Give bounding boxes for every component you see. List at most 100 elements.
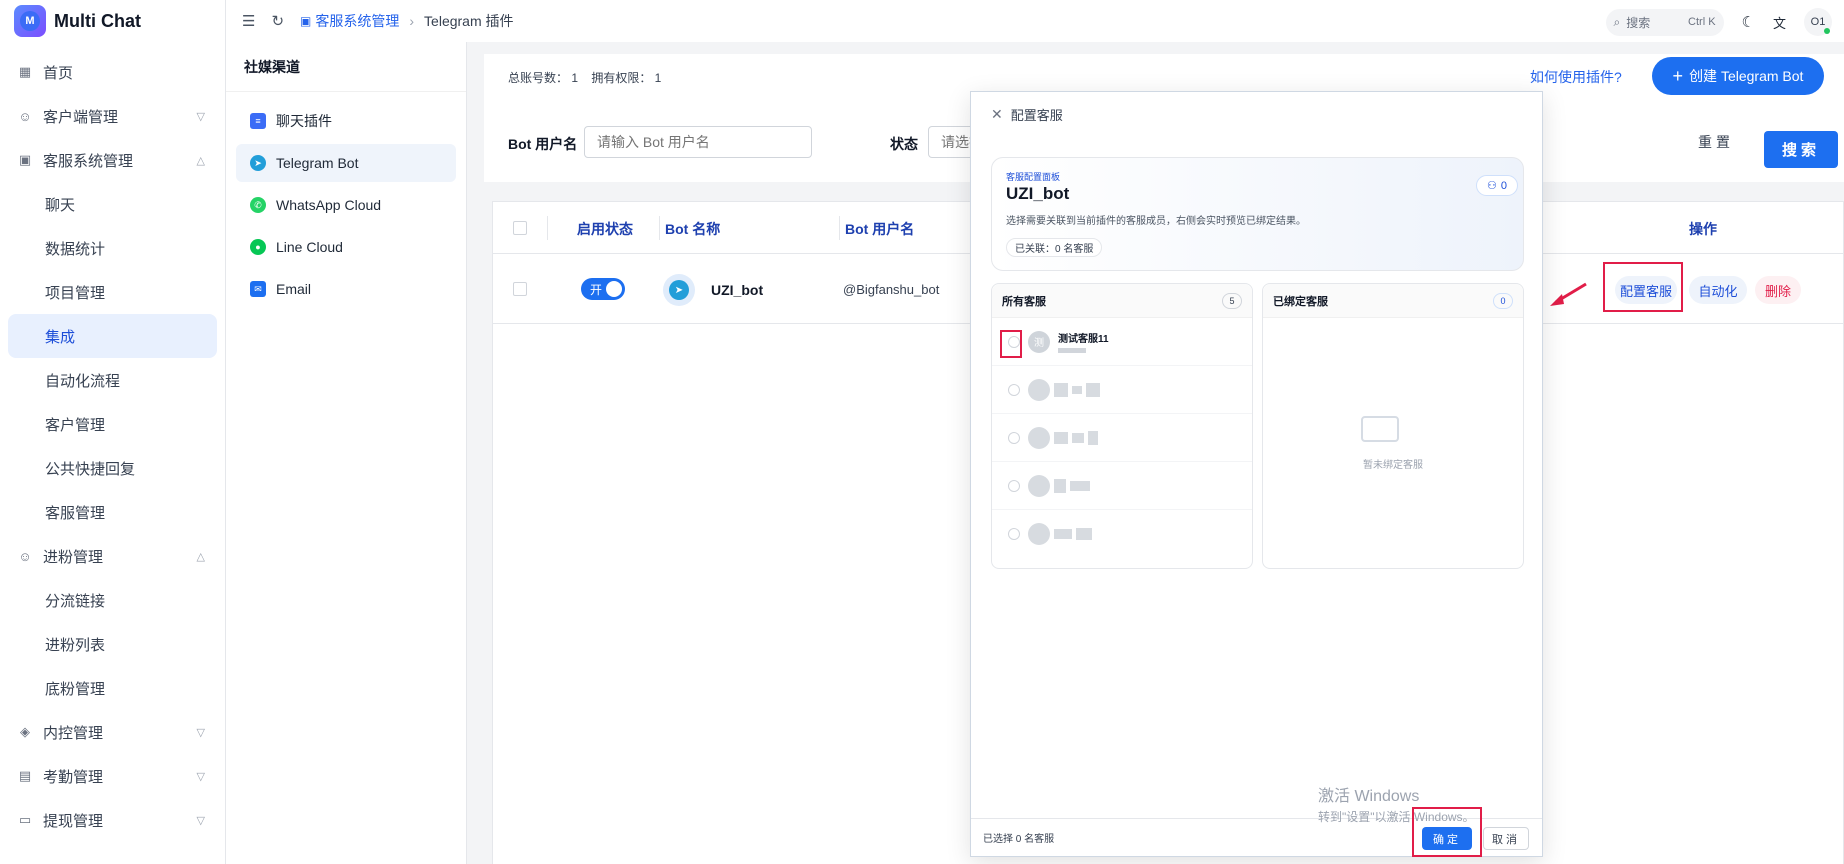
- topbar: ☰ ↻ ▣ 客服系统管理 › Telegram 插件 ⌕ 搜索 Ctrl K ☾…: [226, 0, 1844, 42]
- sidebar-sub-integration[interactable]: 集成: [8, 314, 217, 358]
- list-item[interactable]: [992, 414, 1252, 462]
- breadcrumb-current: Telegram 插件: [424, 13, 514, 29]
- dialog-header: ✕ 配置客服: [971, 92, 1542, 136]
- sidebar-sub-jinfen-list[interactable]: 进粉列表: [0, 622, 225, 666]
- automation-button[interactable]: 自动化: [1689, 276, 1747, 304]
- bound-agents-panel: 已绑定客服 0 暂未绑定客服: [1262, 283, 1524, 569]
- sidebar-item-internal-control[interactable]: ◈ 内控管理 ▽: [0, 710, 225, 754]
- refresh-icon[interactable]: ↻: [271, 12, 284, 30]
- channel-email[interactable]: ✉ Email: [236, 270, 456, 308]
- how-to-use-link[interactable]: 如何使用插件?: [1530, 67, 1622, 87]
- close-icon[interactable]: ✕: [991, 106, 1003, 123]
- sidebar-sub-stats[interactable]: 数据统计: [0, 226, 225, 270]
- header-bot-name: Bot 名称: [665, 221, 721, 237]
- chat-plugin-icon: ≡: [250, 113, 266, 129]
- chevron-down-icon: ▽: [196, 110, 205, 123]
- blurred-agent: [1028, 378, 1100, 401]
- line-icon: ●: [250, 239, 266, 255]
- app-logo[interactable]: M Multi Chat: [0, 0, 225, 42]
- sidebar-sub-quick-reply[interactable]: 公共快捷回复: [0, 446, 225, 490]
- bot-name: UZI_bot: [711, 282, 764, 298]
- cancel-button[interactable]: 取消: [1483, 827, 1529, 850]
- sidebar-nav: ▦ 首页 ☺ 客户端管理 ▽ ▣ 客服系统管理 △ 聊天 数据统计 项目管理 集成 自动化…: [0, 50, 225, 842]
- empty-inbox-icon: [1361, 416, 1399, 442]
- create-telegram-bot-button[interactable]: + 创建 Telegram Bot: [1652, 57, 1824, 95]
- agent-checkbox[interactable]: [1008, 479, 1020, 492]
- grid-icon: ▦: [18, 64, 32, 79]
- chevron-down-icon: ▽: [196, 726, 205, 739]
- sidebar-sub-difen[interactable]: 底粉管理: [0, 666, 225, 710]
- enable-toggle[interactable]: 开: [581, 278, 625, 300]
- search-icon: ⌕: [1613, 14, 1621, 29]
- agent-subtext: [1058, 348, 1086, 353]
- bot-username-input[interactable]: [584, 126, 812, 158]
- calendar-icon: ▤: [18, 768, 32, 783]
- hero-count-badge: ⚇ 0: [1476, 175, 1518, 196]
- sidebar-sub-projects[interactable]: 项目管理: [0, 270, 225, 314]
- sidebar-sub-customers[interactable]: 客户管理: [0, 402, 225, 446]
- list-item[interactable]: [992, 366, 1252, 414]
- header-operations: 操作: [1689, 221, 1717, 237]
- sidebar-sub-chat[interactable]: 聊天: [0, 182, 225, 226]
- configure-agents-dialog: ✕ 配置客服 客服配置面板 UZI_bot 选择需要关联到当前插件的客服成员，右…: [970, 91, 1543, 857]
- email-icon: ✉: [250, 281, 266, 297]
- select-all-checkbox[interactable]: [513, 221, 527, 235]
- search-button[interactable]: 搜索: [1764, 131, 1838, 168]
- list-item[interactable]: 测 测试客服11: [992, 318, 1252, 366]
- breadcrumb-parent[interactable]: 客服系统管理: [315, 11, 399, 31]
- translate-icon[interactable]: 文: [1773, 13, 1786, 32]
- shield-icon: ◈: [20, 724, 30, 739]
- user-avatar[interactable]: O1: [1804, 8, 1832, 36]
- sidebar-sub-split-link[interactable]: 分流链接: [0, 578, 225, 622]
- robot-icon: ▣: [18, 152, 32, 167]
- global-search[interactable]: ⌕ 搜索 Ctrl K: [1605, 8, 1724, 36]
- chevron-up-icon: △: [196, 154, 205, 167]
- channel-chat-plugin[interactable]: ≡ 聊天插件: [236, 102, 456, 140]
- agent-checkbox[interactable]: [1008, 528, 1020, 540]
- channel-line-cloud[interactable]: ● Line Cloud: [236, 228, 456, 266]
- sidebar-item-jinfen[interactable]: ☺ 进粉管理 △: [0, 534, 225, 578]
- channel-panel-title: 社媒渠道: [226, 42, 466, 92]
- account-stats: 总账号数： 1 拥有权限： 1: [508, 71, 662, 85]
- all-agents-count: 5: [1222, 292, 1242, 309]
- wallet-icon: ▭: [18, 812, 32, 827]
- telegram-icon: ➤: [250, 155, 266, 171]
- user-icon: ☺: [18, 108, 32, 124]
- delete-button[interactable]: 删除: [1755, 276, 1801, 304]
- dark-mode-icon[interactable]: ☾: [1742, 13, 1755, 31]
- reset-button[interactable]: 重置: [1698, 132, 1734, 152]
- row-checkbox[interactable]: [513, 282, 527, 296]
- search-shortcut: Ctrl K: [1688, 16, 1716, 28]
- dialog-hero: 客服配置面板 UZI_bot 选择需要关联到当前插件的客服成员，右侧会实时预览已…: [991, 157, 1524, 271]
- hero-description: 选择需要关联到当前插件的客服成员，右侧会实时预览已绑定结果。: [1006, 216, 1306, 227]
- agent-checkbox[interactable]: [1008, 383, 1020, 396]
- bound-agents-header: 已绑定客服 0: [1263, 284, 1523, 318]
- header-bot-username: Bot 用户名: [845, 221, 915, 237]
- users-icon: ⚇: [1487, 180, 1497, 192]
- sidebar-sub-automation[interactable]: 自动化流程: [0, 358, 225, 402]
- sidebar-item-client[interactable]: ☺ 客户端管理 ▽: [0, 94, 225, 138]
- channel-telegram-bot[interactable]: ➤ Telegram Bot: [236, 144, 456, 182]
- windows-activation-watermark: 激活 Windows 转到"设置"以激活 Windows。: [1318, 788, 1475, 824]
- chevron-up-icon: △: [196, 550, 205, 563]
- sidebar-sub-agents[interactable]: 客服管理: [0, 490, 225, 534]
- sidebar-item-attendance[interactable]: ▤ 考勤管理 ▽: [0, 754, 225, 798]
- list-item[interactable]: [992, 462, 1252, 510]
- channel-whatsapp-cloud[interactable]: ✆ WhatsApp Cloud: [236, 186, 456, 224]
- sidebar: M Multi Chat ▦ 首页 ☺ 客户端管理 ▽ ▣ 客服系统管理 △ 聊天 数据统…: [0, 0, 226, 864]
- list-item[interactable]: [992, 510, 1252, 558]
- selected-count: 已选择 0 名客服: [983, 834, 1055, 845]
- agent-name: 测试客服11: [1058, 334, 1109, 345]
- filter-status-label: 状态: [890, 136, 918, 152]
- menu-toggle-icon[interactable]: ☰: [242, 12, 255, 30]
- blurred-agent: [1028, 523, 1092, 545]
- agent-checkbox[interactable]: [1008, 431, 1020, 444]
- sidebar-item-kefu-system[interactable]: ▣ 客服系统管理 △: [0, 138, 225, 182]
- chevron-down-icon: ▽: [196, 770, 205, 783]
- sidebar-item-withdraw[interactable]: ▭ 提现管理 ▽: [0, 798, 225, 842]
- user-plus-icon: ☺: [18, 548, 32, 564]
- sidebar-item-home[interactable]: ▦ 首页: [0, 50, 225, 94]
- highlight-box: [1603, 262, 1683, 312]
- linked-count-chip: 已关联：0 名客服: [1006, 238, 1103, 257]
- plus-icon: +: [1672, 65, 1684, 86]
